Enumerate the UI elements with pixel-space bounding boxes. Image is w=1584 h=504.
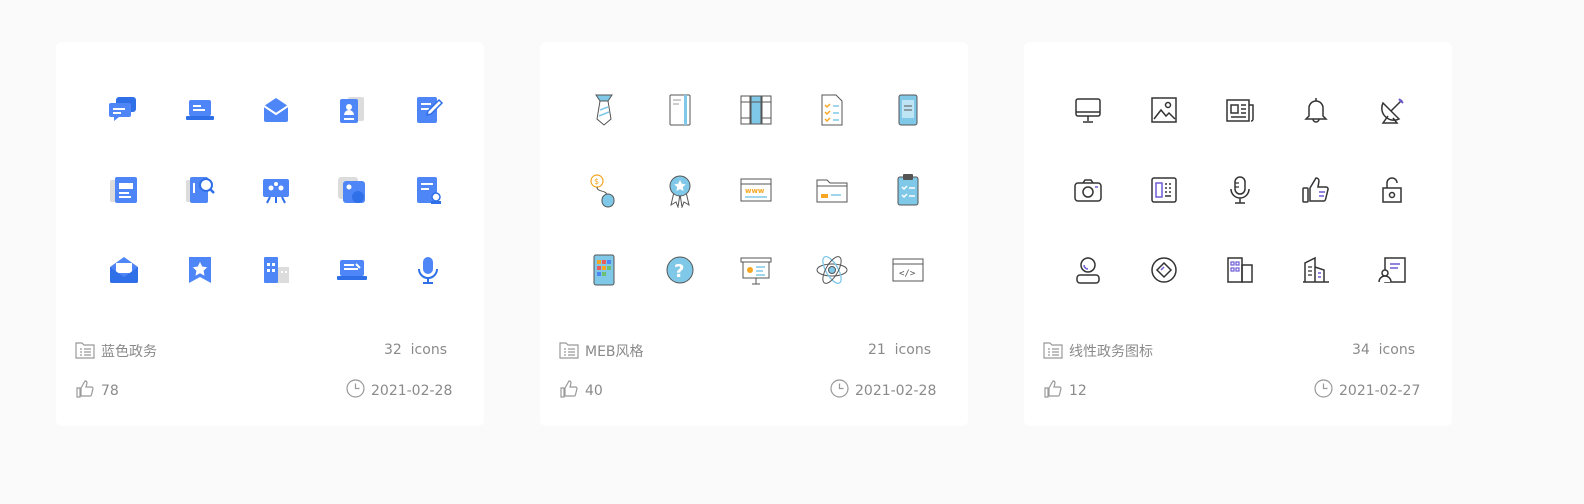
clock-icon: [829, 378, 849, 398]
icon-set-card-meb[interactable]: $ www ? </> MEB风格 21 icons 40 2021-02-28: [540, 42, 968, 426]
icon-set-title[interactable]: 蓝色政务: [101, 342, 157, 362]
icon-count: 21 icons: [868, 340, 931, 360]
clock-icon: [1313, 378, 1333, 398]
open-mail-icon: [104, 250, 144, 290]
updated-date: 2021-02-28: [371, 383, 453, 399]
thumbs-up-icon[interactable]: [559, 379, 579, 399]
icon-set-card-blue[interactable]: 蓝色政务 32 icons 78 2021-02-28: [56, 42, 484, 426]
checklist-icon: [812, 90, 852, 130]
www-browser-icon: www: [736, 170, 776, 210]
question-icon: ?: [660, 250, 700, 290]
folder-list-icon: [559, 340, 579, 360]
report-icon: [104, 170, 144, 210]
updated-date: 2021-02-27: [1339, 383, 1421, 399]
camera-icon: [1068, 170, 1108, 210]
image-icon: [332, 170, 372, 210]
code-window-icon: </>: [888, 250, 928, 290]
building-icon: [256, 250, 296, 290]
icon-set-title[interactable]: 线性政务图标: [1069, 342, 1153, 362]
svg-text:?: ?: [674, 261, 684, 282]
folder-list-icon: [75, 340, 95, 360]
apps-building-icon: [1220, 250, 1260, 290]
document-edit-icon: [408, 90, 448, 130]
picture-icon: [1144, 90, 1184, 130]
icon-count-value: 21: [867, 342, 886, 358]
certificate-user-icon: [1372, 250, 1412, 290]
satellite-icon: [1372, 90, 1412, 130]
unlock-icon: [1372, 170, 1412, 210]
user-icon: [1068, 250, 1108, 290]
thumbs-up-line-icon: [1296, 170, 1336, 210]
icon-count-unit: icons: [894, 342, 931, 358]
svg-text:www: www: [745, 187, 765, 195]
monitor-icon: [1068, 90, 1108, 130]
folder-list-icon: [1043, 340, 1063, 360]
icon-set-card-line[interactable]: 线性政务图标 34 icons 12 2021-02-27: [1024, 42, 1452, 426]
icon-count: 34 icons: [1352, 340, 1415, 360]
books-icon: [736, 90, 776, 130]
like-count: 40: [585, 383, 603, 399]
icon-count-value: 34: [1351, 342, 1370, 358]
mail-box-icon: [256, 90, 296, 130]
like-count: 12: [1069, 383, 1087, 399]
icon-preview-grid: [1046, 80, 1430, 316]
projector-icon: [736, 250, 776, 290]
newspaper-icon: [1220, 90, 1260, 130]
city-icon: [1296, 250, 1336, 290]
contact-card-icon: [332, 90, 372, 130]
chat-icon: [104, 90, 144, 130]
calculator-icon: [1144, 170, 1184, 210]
clock-icon: [345, 378, 365, 398]
updated-date: 2021-02-28: [855, 383, 937, 399]
medal-icon: [660, 170, 700, 210]
book-icon: [660, 90, 700, 130]
microphone-line-icon: [1220, 170, 1260, 210]
clipboard-icon: [888, 170, 928, 210]
microphone-icon: [408, 250, 448, 290]
money-mouse-icon: $: [584, 170, 624, 210]
icon-count-unit: icons: [410, 342, 447, 358]
search-document-icon: [180, 170, 220, 210]
thumbs-up-icon[interactable]: [75, 379, 95, 399]
laptop-screen-icon: [332, 250, 372, 290]
icon-set-title[interactable]: MEB风格: [585, 342, 644, 362]
svg-text:</>: </>: [899, 269, 916, 279]
presentation-icon: [256, 170, 296, 210]
bell-icon: [1296, 90, 1336, 130]
tie-icon: [584, 90, 624, 130]
laptop-icon: [180, 90, 220, 130]
svg-text:$: $: [594, 177, 599, 186]
thumbs-up-icon[interactable]: [1043, 379, 1063, 399]
diamond-circle-icon: [1144, 250, 1184, 290]
phone-icon: [888, 90, 928, 130]
tablet-apps-icon: [584, 250, 624, 290]
certificate-icon: [408, 170, 448, 210]
icon-count-unit: icons: [1378, 342, 1415, 358]
atom-icon: [812, 250, 852, 290]
icon-preview-grid: $ www ? </>: [562, 80, 946, 316]
icon-count-value: 32: [383, 342, 402, 358]
star-bookmark-icon: [180, 250, 220, 290]
icon-count: 32 icons: [384, 340, 447, 360]
like-count: 78: [101, 383, 119, 399]
folder-icon: [812, 170, 852, 210]
icon-preview-grid: [78, 80, 462, 316]
